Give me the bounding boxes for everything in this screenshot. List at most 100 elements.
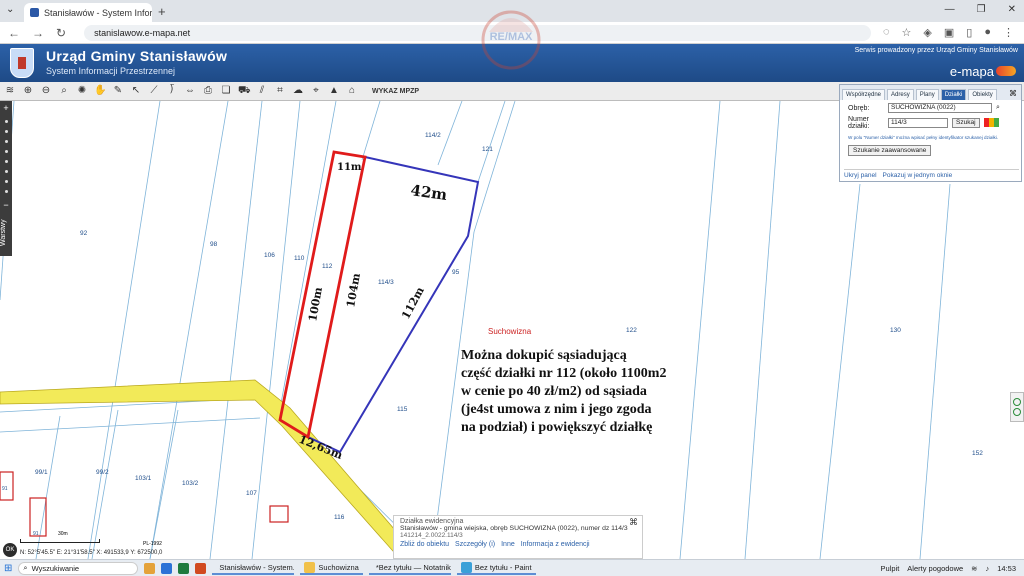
back-icon[interactable]: ← [8,26,20,40]
url-field[interactable]: stanislawow.e-mapa.net [84,24,871,41]
tab-menu-icon[interactable]: ⌄ [6,4,14,15]
arrows-icon[interactable]: ⇔ [184,85,196,97]
task-label: Stanisławów - System... [219,562,295,572]
ok-button[interactable]: OK [3,543,17,557]
pan-icon[interactable]: ✋ [94,85,106,97]
layers-icon[interactable]: ≋ [4,85,16,97]
browser-right-icons: ◌ ☆ ◈ ▣ ▯ ● ⋮ [883,26,1024,39]
numer-input[interactable]: 114/3 [888,118,948,128]
forward-icon[interactable]: → [32,26,44,40]
search-panel: Współrzędne Adresy Plany Działki Obiekty… [839,84,1022,182]
new-tab-button[interactable]: + [158,4,166,19]
hide-panel-link[interactable]: Ukryj panel [844,172,877,179]
menu-dots-icon[interactable]: ⋮ [1003,26,1014,39]
zoom-out-small-icon[interactable]: − [3,200,8,210]
advanced-search-button[interactable]: Szukanie zaawansowane [848,145,932,156]
layers-tab[interactable]: Warstwy [0,212,12,254]
zoom-slider-step[interactable] [4,180,8,183]
zoom-in-small-icon[interactable]: + [3,103,8,113]
parcel-number: 107 [246,490,257,497]
zoom-in-icon[interactable]: ⊕ [22,85,34,97]
single-window-link[interactable]: Pokazuj w jednym oknie [883,172,953,179]
bookmark-star-icon[interactable]: ☆ [902,26,912,39]
zoom-full-icon[interactable]: ✺ [76,85,88,97]
pointer-icon[interactable]: ↖ [130,85,142,97]
pencil-icon[interactable]: ✎ [112,85,124,97]
extension-icon[interactable]: ◈ [923,26,931,39]
task-folder[interactable]: Suchowizna [300,561,363,575]
search-button[interactable]: Szukaj [952,118,980,128]
details-link[interactable]: Szczegóły (i) [455,541,495,548]
task-browser[interactable]: Stanisławów - System... [212,561,295,575]
tool-circle-icon[interactable] [1013,408,1021,416]
task-paint[interactable]: Bez tytułu - Paint [456,561,536,575]
parcel-number: 98 [210,241,218,248]
info-close-icon[interactable]: ⌘ [629,517,638,528]
excel-icon[interactable] [178,562,190,574]
other-link[interactable]: Inne [501,541,515,548]
hatch-icon[interactable]: ⫽ [256,85,268,97]
annotation-note: Można dokupić sąsiadującą część działki … [461,348,667,435]
tag-icon[interactable]: ⌗ [274,85,286,97]
desktop-widget[interactable]: Pulpit [881,564,900,573]
copy-icon[interactable]: ❏ [220,85,232,97]
measure-line-icon[interactable]: ⟋ [148,85,160,97]
explorer-icon[interactable] [144,562,156,574]
registry-info-link[interactable]: Informacja z ewidencji [521,541,590,548]
tab-plany[interactable]: Plany [915,89,939,100]
wykaz-mpzp-button[interactable]: WYKAZ MPZP [372,88,419,95]
right-side-tools [1010,392,1024,422]
parcel-number: 115 [397,406,408,413]
word-icon[interactable] [161,562,173,574]
profile-icon[interactable]: ● [984,26,991,39]
car-icon[interactable]: ⛟ [238,85,251,97]
weather-widget[interactable]: Alerty pogodowe [907,564,963,573]
taskbar-search[interactable]: ⌕ Wyszukiwanie [18,561,139,575]
tab-obiekty[interactable]: Obiekty [968,89,997,100]
coordinates-readout: N: 52°5'45.5" E: 21°31'58.5" X: 491533,9… [20,550,163,556]
cloud-icon[interactable]: ☁ [292,85,304,97]
panel-close-icon[interactable]: ⌘ [1009,89,1019,100]
search-icon[interactable]: ⌕ [996,104,1000,112]
tool-circle-icon[interactable] [1013,398,1021,406]
tab-adresy[interactable]: Adresy [887,89,914,100]
sidebar-icon[interactable]: ▯ [966,26,972,39]
parcel-number: 99/2 [96,469,109,476]
obreb-select[interactable]: SUCHOWIZNA (0022) [888,103,992,113]
maximize-button[interactable]: ❐ [977,4,986,15]
print-icon[interactable]: ⎙ [202,85,214,97]
emapa-logo-mark [996,66,1016,76]
browser-tab[interactable]: Stanisławów - System Informacji ✕ [24,3,152,22]
task-notepad[interactable]: *Bez tytułu — Notatnik [368,561,451,575]
mountain-icon[interactable]: ▲ [328,85,340,97]
home-icon[interactable]: ⌂ [346,85,358,97]
zoom-slider-step[interactable] [4,140,8,143]
wifi-icon[interactable]: ≋ [971,564,977,573]
close-window-button[interactable]: ✕ [1008,4,1016,15]
zoom-slider-step[interactable] [4,150,8,153]
zoom-slider-step[interactable] [4,120,8,123]
eye-off-icon[interactable]: ◌ [883,26,890,39]
reload-icon[interactable]: ↻ [56,26,66,40]
tab-wspolrzedne[interactable]: Współrzędne [842,89,886,100]
crs-label: PL-1992 [143,541,162,547]
pin-icon[interactable]: ⌖ [310,85,322,97]
panel-hint: W polu "Numer działki" można wpisać pełn… [848,135,999,140]
parcel-number: 92 [80,230,88,237]
start-icon[interactable]: ⊞ [4,563,12,574]
tab-dzialki[interactable]: Działki [940,89,967,100]
zoom-out-icon[interactable]: ⊖ [40,85,52,97]
zoom-to-object-link[interactable]: Zbliż do obiektu [400,541,449,548]
volume-icon[interactable]: ♪ [985,564,989,573]
puzzle-icon[interactable]: ▣ [944,26,954,39]
zoom-slider-step[interactable] [4,160,8,163]
measure-area-icon[interactable]: ⟌ [166,85,178,97]
zoom-slider-step[interactable] [4,130,8,133]
powerpoint-icon[interactable] [195,562,207,574]
zoom-slider-step[interactable] [4,190,8,193]
coat-of-arms-logo [10,48,34,78]
clock[interactable]: 14:53 [997,564,1016,573]
minimize-button[interactable]: — [945,4,955,15]
zoom-slider-step[interactable] [4,170,8,173]
zoom-rect-icon[interactable]: ⌕ [58,85,70,97]
